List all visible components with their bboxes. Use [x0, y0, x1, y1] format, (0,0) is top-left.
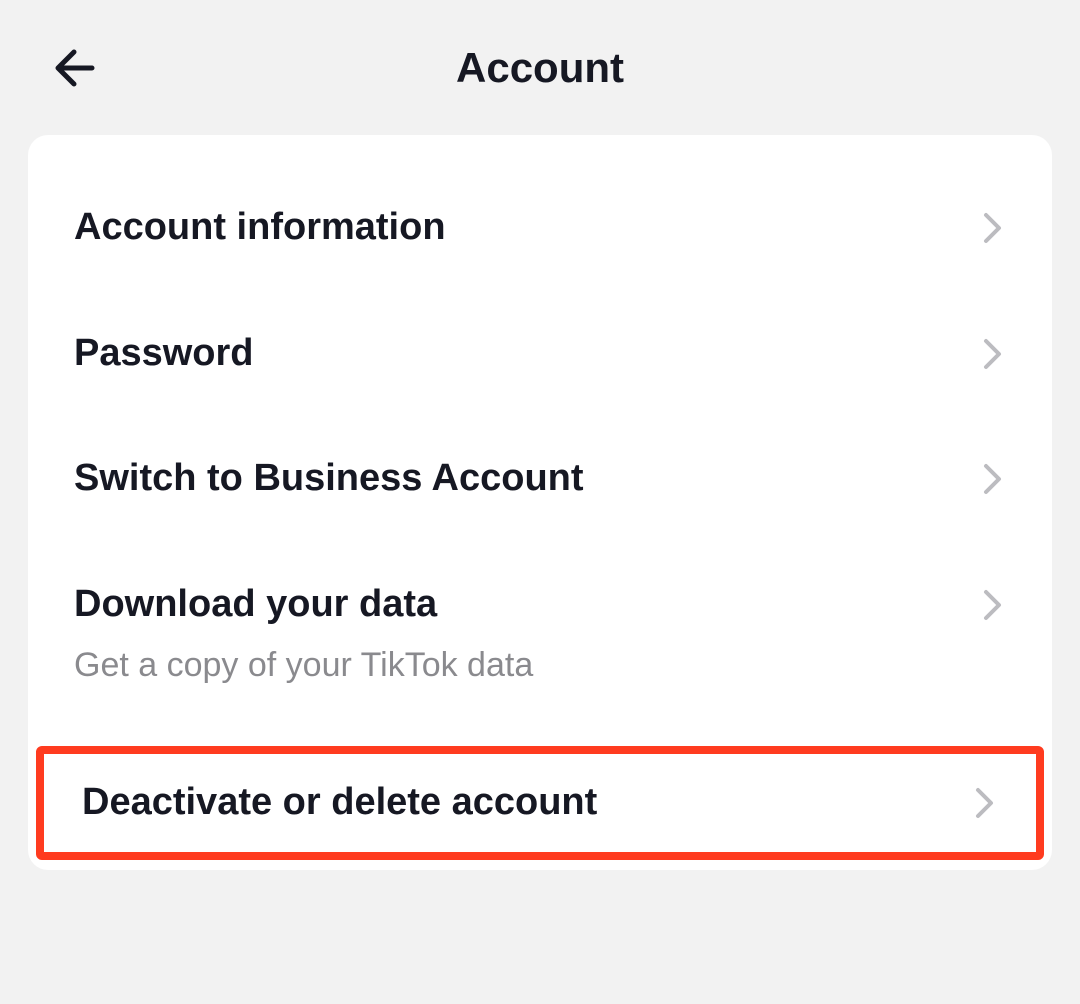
arrow-left-icon: [50, 44, 98, 92]
item-label: Deactivate or delete account: [82, 780, 597, 826]
chevron-right-icon: [980, 337, 1006, 371]
chevron-right-icon: [980, 211, 1006, 245]
list-item-deactivate-delete[interactable]: Deactivate or delete account: [44, 754, 1036, 852]
list-item-text: Download your data Get a copy of your Ti…: [74, 582, 533, 686]
item-label: Download your data: [74, 582, 533, 628]
list-item-download-data[interactable]: Download your data Get a copy of your Ti…: [28, 542, 1052, 726]
list-item-text: Switch to Business Account: [74, 456, 584, 502]
list-item-text: Deactivate or delete account: [82, 780, 597, 826]
chevron-right-icon: [972, 786, 998, 820]
highlight-box: Deactivate or delete account: [36, 746, 1044, 860]
item-label: Password: [74, 331, 254, 377]
settings-panel: Account information Password Switch to B…: [28, 135, 1052, 870]
item-label: Switch to Business Account: [74, 456, 584, 502]
header: Account: [0, 0, 1080, 135]
item-subtitle: Get a copy of your TikTok data: [74, 645, 533, 686]
list-item-password[interactable]: Password: [28, 291, 1052, 417]
list-item-switch-business[interactable]: Switch to Business Account: [28, 416, 1052, 542]
chevron-right-icon: [980, 462, 1006, 496]
item-label: Account information: [74, 205, 446, 251]
list-item-account-information[interactable]: Account information: [28, 165, 1052, 291]
page-title: Account: [50, 44, 1030, 92]
list-item-text: Account information: [74, 205, 446, 251]
chevron-right-icon: [980, 588, 1006, 622]
back-button[interactable]: [50, 44, 98, 92]
list-item-text: Password: [74, 331, 254, 377]
